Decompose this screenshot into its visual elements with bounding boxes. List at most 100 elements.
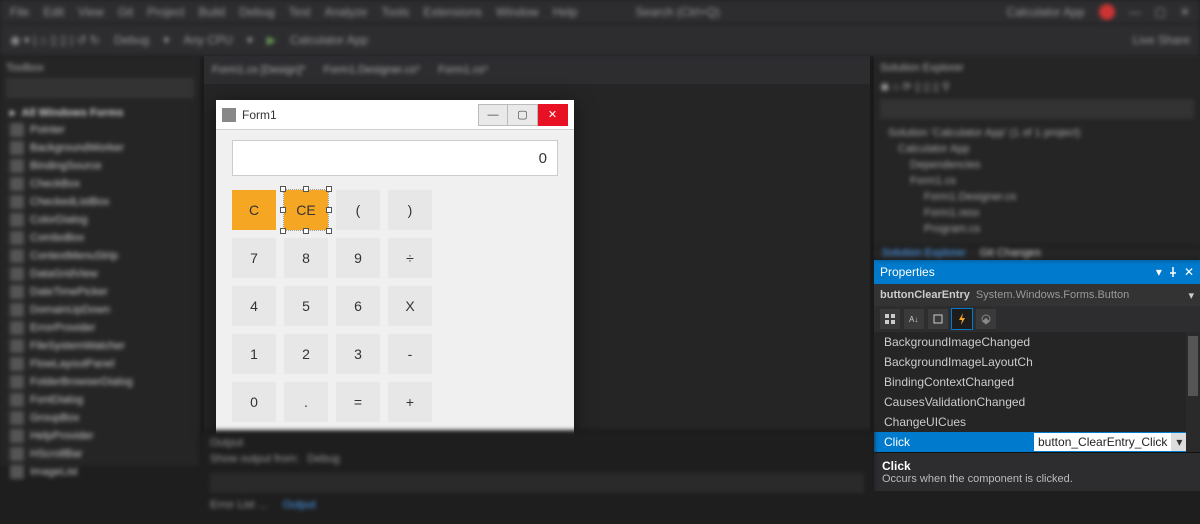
- solution-node[interactable]: Form1.resx: [880, 205, 1194, 221]
- scrollbar[interactable]: [1186, 332, 1200, 452]
- solution-node[interactable]: Dependencies: [880, 157, 1194, 173]
- toolbox-item[interactable]: DateTimePicker: [6, 283, 194, 301]
- toolbox-search[interactable]: [6, 78, 194, 98]
- calc-btn-9[interactable]: 9: [336, 238, 380, 278]
- properties-dropdown-icon[interactable]: ▾: [1156, 265, 1162, 279]
- form-close-button[interactable]: ✕: [538, 104, 568, 126]
- solution-root[interactable]: Solution 'Calculator App' (1 of 1 projec…: [880, 125, 1194, 141]
- calc-btn-4[interactable]: 4: [232, 286, 276, 326]
- toolbox-item[interactable]: BackgroundWorker: [6, 139, 194, 157]
- tab-form-design[interactable]: Form1.cs [Design]*: [212, 64, 306, 76]
- properties-event-list[interactable]: BackgroundImageChanged BackgroundImageLa…: [874, 332, 1200, 452]
- toolbox-item[interactable]: ImageList: [6, 463, 194, 481]
- platform-dropdown[interactable]: Any CPU: [183, 33, 232, 47]
- calc-btn-0[interactable]: 0: [232, 382, 276, 422]
- toolbox-item[interactable]: BindingSource: [6, 157, 194, 175]
- menu-build[interactable]: Build: [199, 5, 226, 19]
- toolbox-item[interactable]: ColorDialog: [6, 211, 194, 229]
- event-row-selected[interactable]: Click button_ClearEntry_Click ▾: [874, 432, 1200, 452]
- calc-btn-1[interactable]: 1: [232, 334, 276, 374]
- toolbox-item[interactable]: FlowLayoutPanel: [6, 355, 194, 373]
- toolbox-item[interactable]: DomainUpDown: [6, 301, 194, 319]
- menu-view[interactable]: View: [78, 5, 104, 19]
- toolbox-item[interactable]: FileSystemWatcher: [6, 337, 194, 355]
- calc-btn-multiply[interactable]: X: [388, 286, 432, 326]
- toolbox-item[interactable]: ComboBox: [6, 229, 194, 247]
- menu-tools[interactable]: Tools: [381, 5, 409, 19]
- calc-display[interactable]: 0: [232, 140, 558, 176]
- solution-search[interactable]: [880, 99, 1194, 119]
- tab-form-designer-cs[interactable]: Form1.Designer.cs*: [324, 64, 421, 76]
- calc-btn-dot[interactable]: .: [284, 382, 328, 422]
- calc-btn-2[interactable]: 2: [284, 334, 328, 374]
- menu-extensions[interactable]: Extensions: [423, 5, 482, 19]
- solution-node[interactable]: Form1.Designer.cs: [880, 189, 1194, 205]
- calc-btn-6[interactable]: 6: [336, 286, 380, 326]
- tab-form-cs[interactable]: Form1.cs*: [438, 64, 488, 76]
- menu-debug[interactable]: Debug: [239, 5, 274, 19]
- menu-test[interactable]: Test: [289, 5, 311, 19]
- calc-btn-5[interactable]: 5: [284, 286, 328, 326]
- calc-btn-lparen[interactable]: (: [336, 190, 380, 230]
- properties-icon[interactable]: [928, 309, 948, 329]
- notifications-icon[interactable]: [1099, 4, 1115, 20]
- menu-window[interactable]: Window: [496, 5, 539, 19]
- properties-object-selector[interactable]: buttonClearEntry System.Windows.Forms.Bu…: [874, 284, 1200, 306]
- property-pages-icon[interactable]: [976, 309, 996, 329]
- categorized-icon[interactable]: [880, 309, 900, 329]
- event-handler-value[interactable]: button_ClearEntry_Click: [1034, 433, 1171, 451]
- menu-file[interactable]: File: [10, 5, 29, 19]
- form-minimize-button[interactable]: —: [478, 104, 508, 126]
- menu-help[interactable]: Help: [553, 5, 578, 19]
- toolbox-item[interactable]: CheckBox: [6, 175, 194, 193]
- menu-project[interactable]: Project: [147, 5, 184, 19]
- live-share-button[interactable]: Live Share: [1133, 33, 1190, 47]
- menu-git[interactable]: Git: [118, 5, 133, 19]
- subtab-git-changes[interactable]: Git Changes: [980, 247, 1041, 259]
- calc-btn-8[interactable]: 8: [284, 238, 328, 278]
- start-button[interactable]: Calculator App: [290, 33, 368, 47]
- solution-project[interactable]: Calculator App: [880, 141, 1194, 157]
- toolbox-item[interactable]: FontDialog: [6, 391, 194, 409]
- calc-btn-divide[interactable]: ÷: [388, 238, 432, 278]
- toolbox-item[interactable]: GroupBox: [6, 409, 194, 427]
- toolbox-item[interactable]: HScrollBar: [6, 445, 194, 463]
- calc-btn-clear[interactable]: C: [232, 190, 276, 230]
- calc-btn-rparen[interactable]: ): [388, 190, 432, 230]
- calc-btn-plus[interactable]: +: [388, 382, 432, 422]
- config-dropdown[interactable]: Debug: [114, 33, 149, 47]
- output-source-dropdown[interactable]: Debug: [307, 453, 339, 465]
- solution-node[interactable]: Form1.cs: [880, 173, 1194, 189]
- toolbox-item[interactable]: FolderBrowserDialog: [6, 373, 194, 391]
- tab-error-list[interactable]: Error List …: [210, 499, 269, 511]
- calc-btn-clear-entry[interactable]: CE: [284, 190, 328, 230]
- window-restore-icon[interactable]: ▢: [1155, 5, 1166, 19]
- toolbox-item[interactable]: DataGridView: [6, 265, 194, 283]
- subtab-solution-explorer[interactable]: Solution Explorer: [882, 247, 966, 259]
- menu-analyze[interactable]: Analyze: [325, 5, 368, 19]
- window-close-icon[interactable]: ✕: [1180, 5, 1190, 19]
- menu-edit[interactable]: Edit: [43, 5, 64, 19]
- form-maximize-button[interactable]: ▢: [508, 104, 538, 126]
- close-icon[interactable]: ✕: [1184, 265, 1194, 279]
- calc-btn-equals[interactable]: =: [336, 382, 380, 422]
- solution-node[interactable]: Program.cs: [880, 221, 1194, 237]
- toolbox-item[interactable]: HelpProvider: [6, 427, 194, 445]
- toolbox-group[interactable]: ▸All Windows Forms: [6, 104, 194, 121]
- calc-btn-3[interactable]: 3: [336, 334, 380, 374]
- designer-surface[interactable]: Form1 — ▢ ✕ 0 C CE: [204, 84, 870, 466]
- calc-btn-7[interactable]: 7: [232, 238, 276, 278]
- toolbox-item[interactable]: Pointer: [6, 121, 194, 139]
- events-icon[interactable]: [952, 309, 972, 329]
- alphabetical-icon[interactable]: A↓: [904, 309, 924, 329]
- toolbox-item[interactable]: CheckedListBox: [6, 193, 194, 211]
- calc-btn-minus[interactable]: -: [388, 334, 432, 374]
- form-window[interactable]: Form1 — ▢ ✕ 0 C CE: [216, 100, 574, 440]
- global-search[interactable]: Search (Ctrl+Q): [635, 5, 719, 19]
- tab-output[interactable]: Output: [283, 499, 316, 511]
- chevron-down-icon[interactable]: ▾: [1171, 433, 1187, 451]
- pin-icon[interactable]: [1168, 267, 1178, 277]
- toolbox-item[interactable]: ContextMenuStrip: [6, 247, 194, 265]
- toolbox-item[interactable]: ErrorProvider: [6, 319, 194, 337]
- window-minimize-icon[interactable]: —: [1129, 5, 1141, 19]
